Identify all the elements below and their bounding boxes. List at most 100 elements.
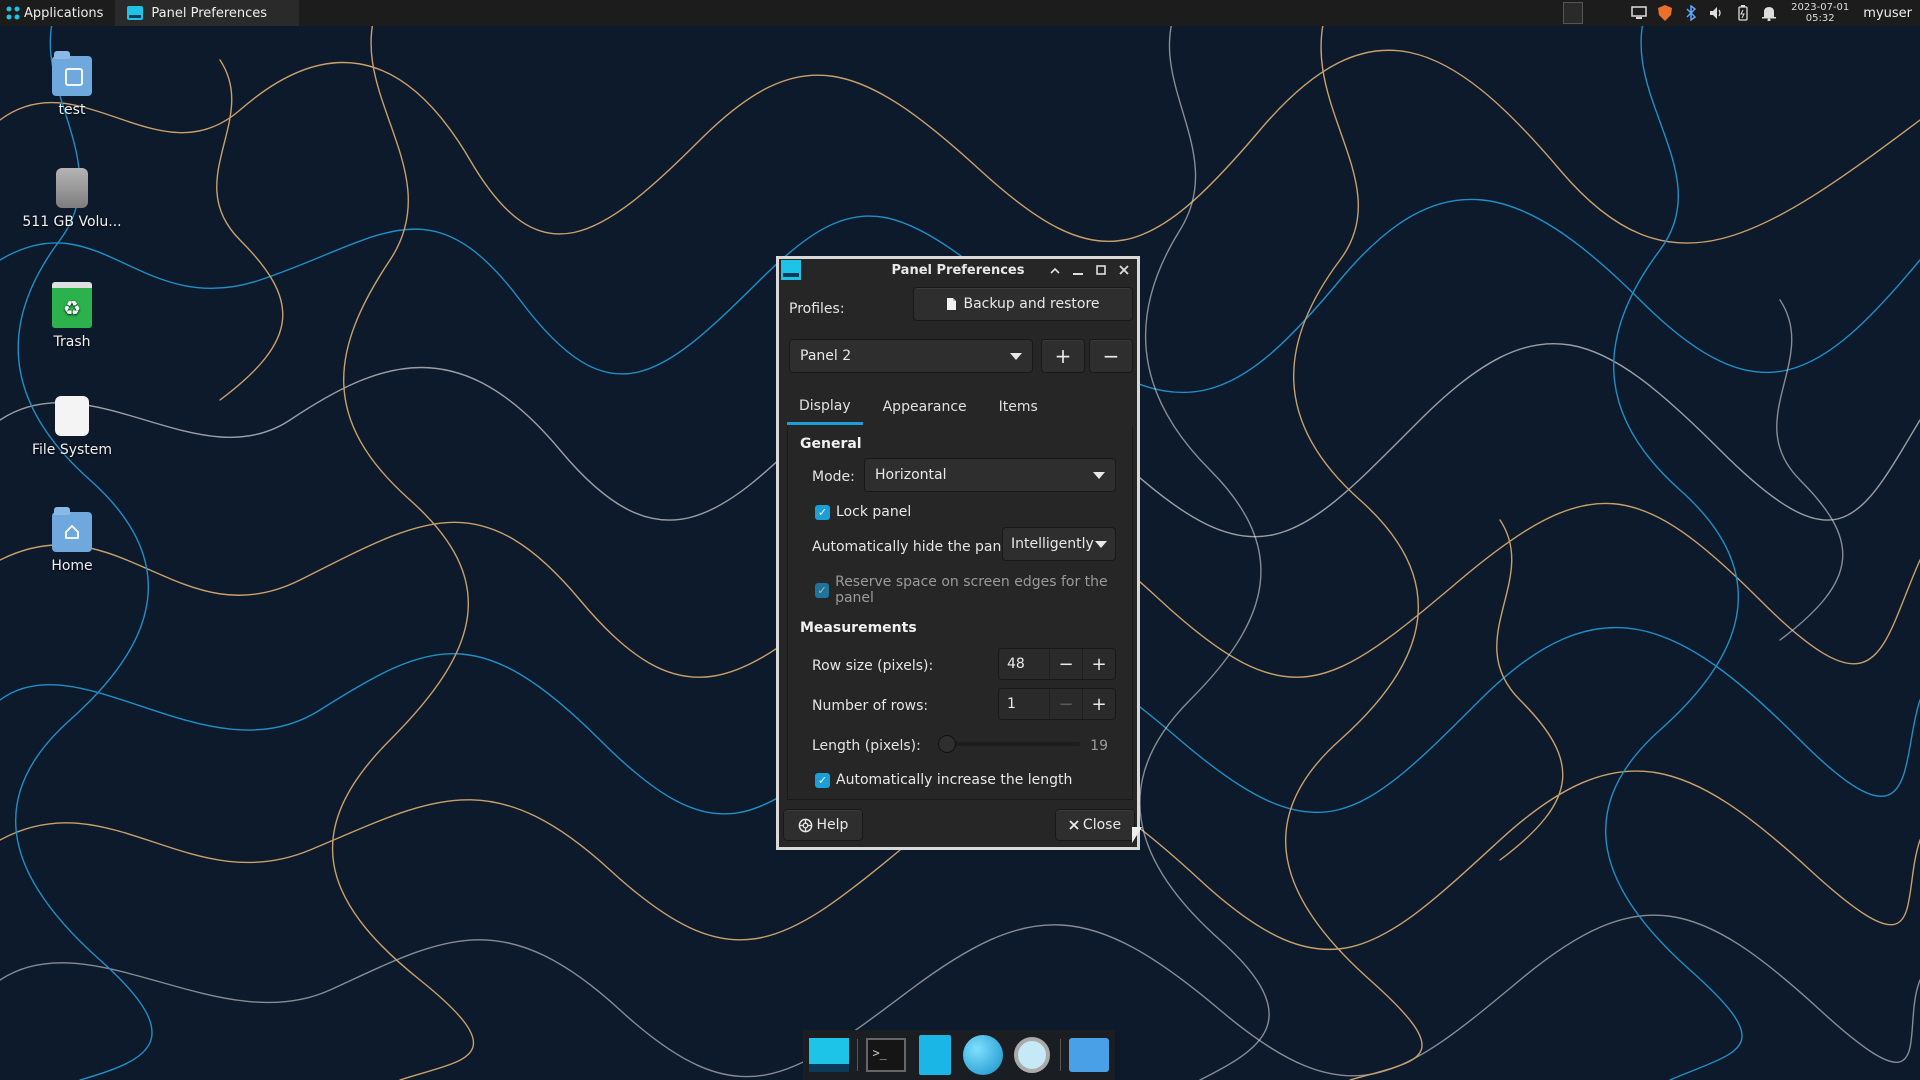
chevron-down-icon xyxy=(1093,471,1105,479)
panel-select-value: Panel 2 xyxy=(800,348,852,364)
mode-select-value: Horizontal xyxy=(875,467,947,483)
tab-appearance[interactable]: Appearance xyxy=(863,389,979,425)
rows-spinner[interactable]: 1 − + xyxy=(998,688,1116,720)
bluetooth-icon[interactable] xyxy=(1683,5,1699,21)
dock-item-search[interactable] xyxy=(1011,1033,1051,1077)
general-heading: General xyxy=(800,436,862,452)
home-folder-icon xyxy=(52,507,92,552)
desktop-icon-label: Trash xyxy=(53,334,91,350)
minimize-icon xyxy=(1072,273,1083,275)
row-size-spinner[interactable]: 48 − + xyxy=(998,648,1116,680)
dock-item-text-editor[interactable] xyxy=(915,1033,955,1077)
workspace-switcher[interactable] xyxy=(1563,2,1584,24)
titlebar[interactable]: Panel Preferences xyxy=(779,259,1137,281)
maximize-button[interactable] xyxy=(1089,259,1112,281)
applications-icon xyxy=(6,6,20,20)
help-button[interactable]: Help xyxy=(783,809,863,841)
length-value: 19 xyxy=(1090,738,1108,754)
shade-button[interactable] xyxy=(1043,259,1066,281)
desktop-icon-volume[interactable]: 511 GB Volu... xyxy=(17,168,127,230)
mouse-cursor xyxy=(1132,827,1142,843)
terminal-icon: >_ xyxy=(866,1038,907,1072)
rows-value[interactable]: 1 xyxy=(999,689,1049,719)
autohide-label: Automatically hide the panel: xyxy=(812,539,1019,555)
row-size-label: Row size (pixels): xyxy=(812,658,934,674)
clock-time: 05:32 xyxy=(1805,13,1835,24)
measurements-heading: Measurements xyxy=(800,620,917,636)
panel-icon xyxy=(781,260,801,280)
help-label: Help xyxy=(816,817,849,833)
drive-icon xyxy=(56,168,88,208)
filesystem-icon xyxy=(55,396,89,436)
close-icon xyxy=(1069,820,1079,830)
text-editor-icon xyxy=(918,1035,951,1075)
minimize-button[interactable] xyxy=(1066,259,1089,281)
row-size-increment-button[interactable]: + xyxy=(1082,649,1115,679)
desktop-icon-trash[interactable]: ♻ Trash xyxy=(17,282,127,350)
rows-increment-button[interactable]: + xyxy=(1082,689,1115,719)
panel-icon xyxy=(127,6,144,20)
chevron-down-icon xyxy=(1095,540,1107,548)
row-size-value[interactable]: 48 xyxy=(999,649,1049,679)
taskbar-button-panel-preferences[interactable]: Panel Preferences xyxy=(115,0,300,26)
close-window-button[interactable] xyxy=(1112,259,1135,281)
clock[interactable]: 2023-07-01 05:32 xyxy=(1785,2,1855,24)
desktop-icon-label: 511 GB Volu... xyxy=(22,214,122,230)
tab-display[interactable]: Display xyxy=(787,389,863,425)
dock-item-web-browser[interactable] xyxy=(963,1033,1004,1077)
reserve-space-checkbox[interactable]: ✓ Reserve space on screen edges for the … xyxy=(815,574,1132,606)
document-icon xyxy=(947,298,957,310)
mode-label: Mode: xyxy=(812,469,855,485)
clock-date: 2023-07-01 xyxy=(1791,2,1850,13)
security-shield-icon[interactable] xyxy=(1657,5,1673,21)
dock-item-file-manager[interactable] xyxy=(1068,1033,1109,1077)
checkbox-checked-icon: ✓ xyxy=(815,772,830,788)
checkbox-checked-icon: ✓ xyxy=(815,582,830,598)
reserve-space-label: Reserve space on screen edges for the pa… xyxy=(835,574,1108,606)
close-button[interactable]: Close xyxy=(1055,809,1135,841)
dock-item-panel[interactable] xyxy=(809,1033,850,1077)
file-manager-icon xyxy=(1068,1038,1109,1072)
lock-panel-label: Lock panel xyxy=(836,504,912,520)
mode-select[interactable]: Horizontal xyxy=(864,458,1116,492)
desktop-icon-label: File System xyxy=(31,442,113,458)
chevron-up-icon xyxy=(1049,267,1060,274)
system-tray xyxy=(1623,0,1785,26)
dock-separator xyxy=(857,1039,859,1071)
auto-increase-checkbox[interactable]: ✓ Automatically increase the length xyxy=(815,772,1072,788)
applications-menu-button[interactable]: Applications xyxy=(0,0,109,26)
remove-panel-button[interactable]: − xyxy=(1089,339,1133,373)
desktop-icon-test[interactable]: test xyxy=(17,51,127,118)
profiles-label: Profiles: xyxy=(789,301,845,317)
folder-icon xyxy=(52,51,92,96)
volume-icon[interactable] xyxy=(1709,5,1725,21)
dock-item-terminal[interactable]: >_ xyxy=(866,1033,907,1077)
desktop-icon-label: Home xyxy=(51,558,93,574)
lock-panel-checkbox[interactable]: ✓ Lock panel xyxy=(815,504,911,520)
autohide-select[interactable]: Intelligently xyxy=(1002,527,1116,561)
notification-bell-icon[interactable] xyxy=(1761,5,1777,21)
panel-preferences-dialog: Panel Preferences Profiles: Backup and r… xyxy=(776,256,1140,850)
display-tab-pane: General Mode: Horizontal ✓ Lock panel Au… xyxy=(787,426,1133,800)
tab-items[interactable]: Items xyxy=(979,389,1050,425)
close-label: Close xyxy=(1082,817,1122,833)
search-icon xyxy=(1013,1037,1050,1073)
maximize-icon xyxy=(1095,265,1106,275)
autohide-select-value: Intelligently xyxy=(1011,536,1094,552)
battery-icon[interactable] xyxy=(1735,5,1751,21)
network-icon[interactable] xyxy=(1631,5,1647,21)
desktop-icon-filesystem[interactable]: File System xyxy=(17,396,127,458)
desktop-icon-home[interactable]: Home xyxy=(17,507,127,574)
checkbox-checked-icon: ✓ xyxy=(815,504,830,520)
tab-bar: Display Appearance Items xyxy=(787,389,1133,427)
trash-icon: ♻ xyxy=(52,282,92,328)
backup-restore-button[interactable]: Backup and restore xyxy=(913,287,1133,321)
user-menu[interactable]: myuser xyxy=(1855,6,1920,21)
slider-knob[interactable] xyxy=(938,735,956,753)
rows-decrement-button[interactable]: − xyxy=(1049,689,1082,719)
panel-select[interactable]: Panel 2 xyxy=(789,339,1033,373)
rows-label: Number of rows: xyxy=(812,698,929,714)
row-size-decrement-button[interactable]: − xyxy=(1049,649,1082,679)
add-panel-button[interactable]: + xyxy=(1041,339,1085,373)
length-slider[interactable] xyxy=(938,732,1080,756)
